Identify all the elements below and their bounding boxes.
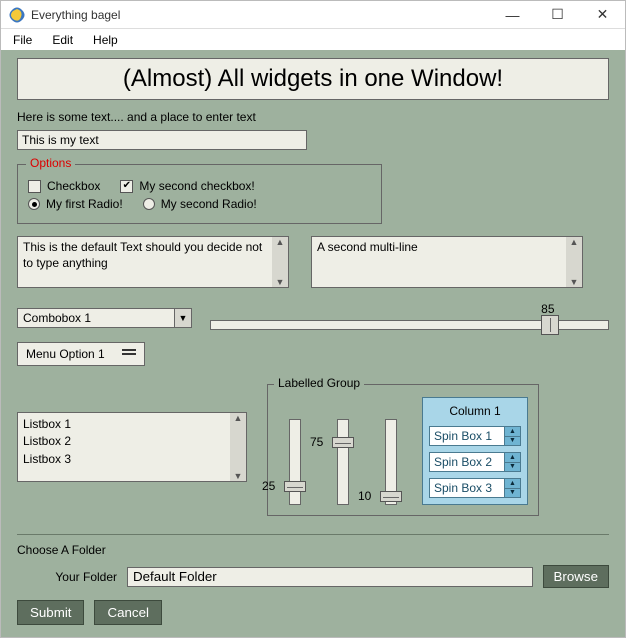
scroll-up-icon[interactable]: ▲ bbox=[570, 237, 579, 247]
spinbox-value: Spin Box 2 bbox=[434, 455, 492, 469]
scroll-up-icon[interactable]: ▲ bbox=[234, 413, 243, 423]
combobox[interactable]: Combobox 1 ▼ bbox=[17, 308, 192, 328]
radio-1[interactable]: My first Radio! bbox=[28, 197, 123, 211]
checkbox-icon-checked: ✔ bbox=[120, 180, 133, 193]
options-group: Options Checkbox ✔ My second checkbox! M… bbox=[17, 164, 382, 224]
labelled-group: Labelled Group 25 75 10 Colum bbox=[267, 384, 539, 516]
slider-label: 75 bbox=[310, 435, 323, 449]
column-1: Column 1 Spin Box 1 ▲▼ Spin Box 2 ▲▼ Spi… bbox=[422, 397, 528, 505]
close-button[interactable]: ✕ bbox=[580, 1, 625, 28]
spinbox-value: Spin Box 3 bbox=[434, 481, 492, 495]
slider-track[interactable] bbox=[337, 419, 349, 505]
scroll-down-icon[interactable]: ▼ bbox=[276, 277, 285, 287]
multiline-2[interactable]: A second multi-line ▲ ▼ bbox=[311, 236, 583, 288]
submit-button[interactable]: Submit bbox=[17, 600, 84, 625]
menu-file[interactable]: File bbox=[5, 31, 40, 49]
radio-icon-selected bbox=[28, 198, 40, 210]
spin-down-icon: ▼ bbox=[504, 437, 520, 446]
window-title: Everything bagel bbox=[31, 8, 490, 22]
folder-input[interactable] bbox=[127, 567, 533, 587]
maximize-button[interactable]: ☐ bbox=[535, 1, 580, 28]
spin-down-icon: ▼ bbox=[504, 489, 520, 498]
banner-title: (Almost) All widgets in one Window! bbox=[17, 58, 609, 100]
column-header: Column 1 bbox=[449, 402, 500, 420]
spinbox-value: Spin Box 1 bbox=[434, 429, 492, 443]
list-item[interactable]: Listbox 3 bbox=[23, 451, 225, 468]
spin-buttons[interactable]: ▲▼ bbox=[504, 479, 520, 497]
slider-thumb[interactable] bbox=[284, 481, 306, 492]
spinbox-2[interactable]: Spin Box 2 ▲▼ bbox=[429, 452, 521, 472]
checkbox-1-label: Checkbox bbox=[47, 179, 100, 193]
slider-track[interactable] bbox=[289, 419, 301, 505]
app-icon bbox=[9, 7, 25, 23]
scrollbar[interactable]: ▲ ▼ bbox=[230, 413, 246, 481]
scroll-down-icon[interactable]: ▼ bbox=[234, 471, 243, 481]
radio-2-label: My second Radio! bbox=[161, 197, 257, 211]
vertical-slider-1[interactable]: 25 bbox=[278, 419, 312, 505]
slider-label: 25 bbox=[262, 479, 275, 493]
content-area: (Almost) All widgets in one Window! Here… bbox=[1, 50, 625, 637]
menu-bars-icon bbox=[122, 353, 136, 355]
scroll-down-icon[interactable]: ▼ bbox=[570, 277, 579, 287]
radio-2[interactable]: My second Radio! bbox=[143, 197, 257, 211]
listbox-items: Listbox 1 Listbox 2 Listbox 3 bbox=[18, 413, 230, 481]
vertical-slider-3[interactable]: 10 bbox=[374, 419, 408, 505]
spin-up-icon: ▲ bbox=[504, 427, 520, 437]
checkbox-icon bbox=[28, 180, 41, 193]
labelled-group-legend: Labelled Group bbox=[274, 376, 364, 390]
radio-icon bbox=[143, 198, 155, 210]
multiline-2-text: A second multi-line bbox=[312, 237, 566, 287]
list-item[interactable]: Listbox 2 bbox=[23, 433, 225, 450]
horizontal-slider[interactable]: 85 bbox=[210, 304, 609, 332]
menu-help[interactable]: Help bbox=[85, 31, 126, 49]
vertical-slider-2[interactable]: 75 bbox=[326, 419, 360, 505]
spinbox-3[interactable]: Spin Box 3 ▲▼ bbox=[429, 478, 521, 498]
options-legend: Options bbox=[26, 156, 75, 170]
cancel-button[interactable]: Cancel bbox=[94, 600, 162, 625]
spin-buttons[interactable]: ▲▼ bbox=[504, 427, 520, 445]
window: Everything bagel — ☐ ✕ File Edit Help (A… bbox=[0, 0, 626, 638]
single-line-input[interactable] bbox=[17, 130, 307, 150]
listbox[interactable]: Listbox 1 Listbox 2 Listbox 3 ▲ ▼ bbox=[17, 412, 247, 482]
browse-button[interactable]: Browse bbox=[543, 565, 609, 588]
menubar: File Edit Help bbox=[1, 29, 625, 50]
slider-thumb[interactable] bbox=[380, 491, 402, 502]
menu-edit[interactable]: Edit bbox=[44, 31, 81, 49]
scrollbar[interactable]: ▲ ▼ bbox=[566, 237, 582, 287]
slider-value-label: 85 bbox=[541, 302, 554, 316]
slider-thumb[interactable] bbox=[541, 315, 559, 335]
checkbox-1[interactable]: Checkbox bbox=[28, 179, 100, 193]
folder-field-label: Your Folder bbox=[17, 570, 117, 584]
radio-1-label: My first Radio! bbox=[46, 197, 123, 211]
spin-up-icon: ▲ bbox=[504, 453, 520, 463]
multiline-1-text: This is the default Text should you deci… bbox=[18, 237, 272, 287]
spin-buttons[interactable]: ▲▼ bbox=[504, 453, 520, 471]
list-item[interactable]: Listbox 1 bbox=[23, 416, 225, 433]
separator bbox=[17, 534, 609, 535]
titlebar[interactable]: Everything bagel — ☐ ✕ bbox=[1, 1, 625, 29]
checkbox-2[interactable]: ✔ My second checkbox! bbox=[120, 179, 254, 193]
scroll-up-icon[interactable]: ▲ bbox=[276, 237, 285, 247]
slider-label: 10 bbox=[358, 489, 371, 503]
option-menu-value: Menu Option 1 bbox=[26, 347, 105, 361]
spin-down-icon: ▼ bbox=[504, 463, 520, 472]
multiline-1[interactable]: This is the default Text should you deci… bbox=[17, 236, 289, 288]
chevron-down-icon[interactable]: ▼ bbox=[174, 309, 191, 327]
scrollbar[interactable]: ▲ ▼ bbox=[272, 237, 288, 287]
spin-up-icon: ▲ bbox=[504, 479, 520, 489]
minimize-button[interactable]: — bbox=[490, 1, 535, 28]
checkbox-2-label: My second checkbox! bbox=[139, 179, 254, 193]
spinbox-1[interactable]: Spin Box 1 ▲▼ bbox=[429, 426, 521, 446]
intro-text: Here is some text.... and a place to ent… bbox=[17, 110, 609, 124]
combobox-value: Combobox 1 bbox=[23, 311, 91, 325]
slider-thumb[interactable] bbox=[332, 437, 354, 448]
option-menu[interactable]: Menu Option 1 bbox=[17, 342, 145, 366]
folder-section-label: Choose A Folder bbox=[17, 543, 609, 557]
